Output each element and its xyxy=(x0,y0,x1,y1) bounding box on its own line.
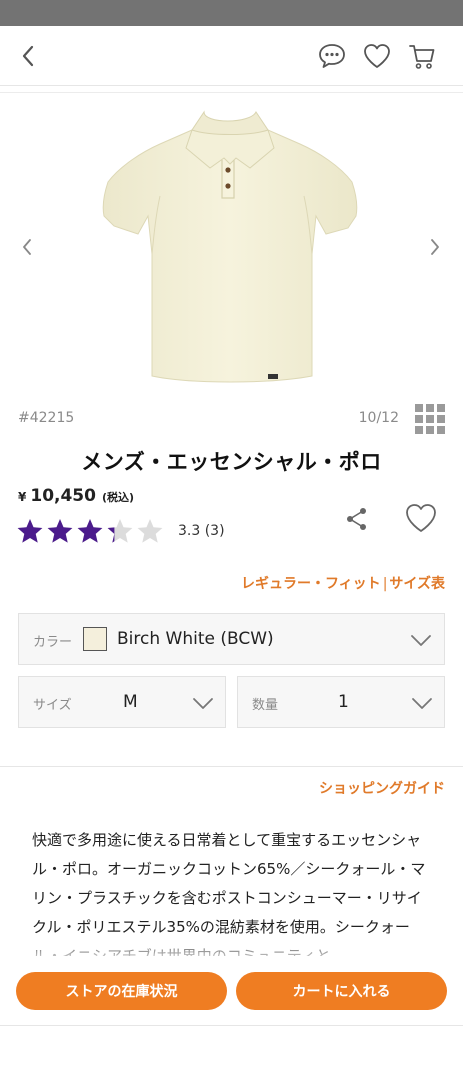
gallery-divider xyxy=(0,92,463,93)
shopping-guide-link[interactable]: ショッピングガイド xyxy=(319,778,445,798)
color-value: Birch White (BCW) xyxy=(117,629,274,649)
heart-icon xyxy=(364,44,390,68)
product-sku: #42215 xyxy=(18,410,75,426)
rating-summary[interactable]: 3.3 (3) xyxy=(178,523,225,539)
color-label: カラー xyxy=(33,635,73,650)
chevron-right-icon xyxy=(431,239,439,255)
chevron-left-icon xyxy=(22,45,34,67)
bottom-divider xyxy=(0,1025,463,1026)
share-button[interactable] xyxy=(344,506,370,532)
size-label: サイズ xyxy=(33,698,72,713)
star-icon xyxy=(77,519,103,543)
chevron-left-icon xyxy=(23,239,31,255)
price-value: 10,450 xyxy=(30,486,96,506)
grid-icon[interactable] xyxy=(415,404,445,434)
size-chart-link[interactable]: サイズ表 xyxy=(389,576,445,592)
chevron-down-icon xyxy=(411,635,431,646)
quantity-select[interactable]: 数量 1 xyxy=(237,676,445,728)
quantity-label: 数量 xyxy=(252,698,279,713)
product-title: メンズ・エッセンシャル・ポロ xyxy=(81,450,382,474)
star-icon xyxy=(17,519,43,543)
gallery-next-button[interactable] xyxy=(423,232,447,262)
product-image[interactable] xyxy=(100,104,360,388)
currency-symbol: ¥ xyxy=(18,490,27,504)
fit-links: レギュラー・フィット | サイズ表 xyxy=(241,573,445,593)
color-select[interactable]: カラー Birch White (BCW) xyxy=(18,613,445,665)
link-separator: | xyxy=(382,576,388,592)
size-value: M xyxy=(123,692,138,712)
cart-button[interactable] xyxy=(406,40,438,72)
heart-icon xyxy=(406,504,436,532)
rating-stars[interactable] xyxy=(16,516,166,546)
image-counter: 10/12 xyxy=(358,410,399,426)
store-stock-button[interactable]: ストアの在庫状況 xyxy=(16,972,227,1010)
fit-link[interactable]: レギュラー・フィット xyxy=(241,576,381,592)
star-icon xyxy=(107,519,133,543)
color-swatch xyxy=(83,627,107,651)
status-bar xyxy=(0,0,463,26)
description-fade xyxy=(0,935,463,965)
quantity-value: 1 xyxy=(338,692,349,712)
share-icon xyxy=(347,508,366,530)
star-icon xyxy=(47,519,73,543)
add-to-cart-button[interactable]: カートに入れる xyxy=(236,972,447,1010)
chat-button[interactable] xyxy=(316,40,348,72)
chevron-down-icon xyxy=(412,698,432,709)
size-select[interactable]: サイズ M xyxy=(18,676,226,728)
section-divider xyxy=(0,766,463,767)
product-price: ¥10,450 (税込) xyxy=(18,486,134,506)
tax-note: (税込) xyxy=(101,491,135,504)
chat-bubble-icon xyxy=(319,44,345,68)
star-icon xyxy=(137,519,163,543)
top-navigation xyxy=(0,26,463,86)
gallery-prev-button[interactable] xyxy=(15,232,39,262)
add-to-wishlist-button[interactable] xyxy=(404,502,438,536)
back-button[interactable] xyxy=(12,40,44,72)
favorites-button[interactable] xyxy=(361,40,393,72)
chevron-down-icon xyxy=(193,698,213,709)
cart-icon xyxy=(409,45,435,69)
